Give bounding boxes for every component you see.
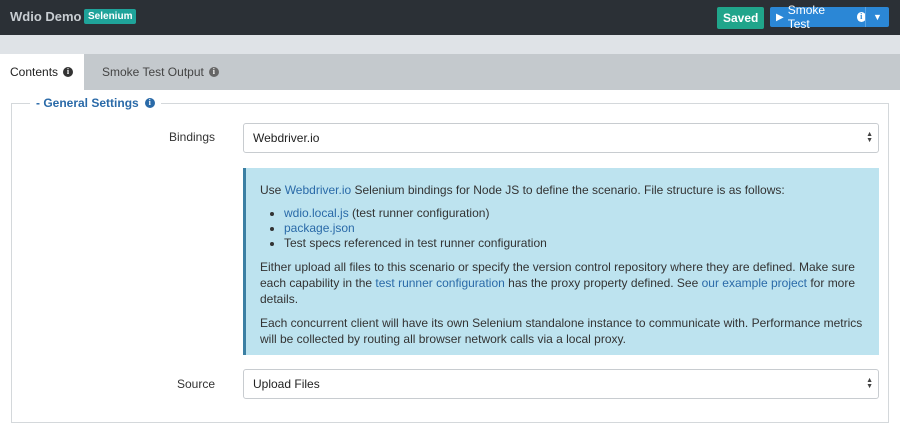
list-item: Test specs referenced in test runner con… xyxy=(284,236,879,251)
file-structure-list: wdio.local.js (test runner configuration… xyxy=(260,206,879,251)
select-arrows-icon: ▲ ▼ xyxy=(866,377,873,390)
example-project-link[interactable]: our example project xyxy=(702,276,807,290)
tab-contents[interactable]: Contents i xyxy=(0,54,84,90)
info-icon: i xyxy=(208,67,219,77)
bindings-info-box: Use Webdriver.io Selenium bindings for N… xyxy=(243,168,879,355)
tab-label: Contents xyxy=(10,65,59,79)
general-settings-legend[interactable]: - General Settings i xyxy=(30,96,161,110)
webdriverio-link[interactable]: Webdriver.io xyxy=(285,183,351,197)
app-title: Wdio Demo xyxy=(10,9,82,24)
bindings-label: Bindings xyxy=(168,130,215,144)
caret-down-icon: ▼ xyxy=(873,12,882,22)
package-json-link[interactable]: package.json xyxy=(284,221,355,235)
tab-bar: Contents i Smoke Test Output i xyxy=(0,54,900,90)
info-icon: i xyxy=(63,67,74,77)
legend-label: - General Settings xyxy=(36,96,139,110)
saved-status-badge: Saved xyxy=(717,7,765,29)
info-paragraph-2: Either upload all files to this scenario… xyxy=(260,259,879,307)
info-text: Use xyxy=(260,183,285,197)
source-select[interactable]: Upload Files ▲ ▼ xyxy=(243,369,879,399)
info-paragraph-3: Each concurrent client will have its own… xyxy=(260,316,863,346)
bindings-select[interactable]: Webdriver.io ▲ ▼ xyxy=(243,123,879,153)
info-text: (test runner configuration) xyxy=(348,206,490,220)
select-arrows-icon: ▲ ▼ xyxy=(866,131,873,144)
smoke-test-button-group: ▶ Smoke Test i ▼ xyxy=(770,3,889,31)
list-item: package.json xyxy=(284,221,879,236)
list-item: wdio.local.js (test runner configuration… xyxy=(284,206,879,221)
toolbar-strip xyxy=(0,35,900,54)
test-runner-configuration-link[interactable]: test runner configuration xyxy=(375,276,504,290)
source-value: Upload Files xyxy=(253,377,320,391)
bindings-value: Webdriver.io xyxy=(253,131,320,145)
tab-label: Smoke Test Output xyxy=(102,65,204,79)
top-bar: Wdio Demo Selenium Saved ▶ Smoke Test i … xyxy=(0,0,900,35)
smoke-test-button[interactable]: ▶ Smoke Test i xyxy=(770,3,866,31)
play-icon: ▶ xyxy=(776,11,784,23)
source-label: Source xyxy=(176,377,215,391)
smoke-test-label: Smoke Test xyxy=(787,3,826,31)
info-text: has the proxy property defined. See xyxy=(504,276,702,290)
selenium-badge: Selenium xyxy=(84,9,137,24)
wdio-local-js-link[interactable]: wdio.local.js xyxy=(284,206,349,220)
info-paragraph-1: Use Webdriver.io Selenium bindings for N… xyxy=(260,182,879,198)
info-text: Test specs referenced in test runner con… xyxy=(284,236,547,250)
tab-smoke-test-output[interactable]: Smoke Test Output i xyxy=(84,54,224,90)
smoke-test-dropdown-toggle[interactable]: ▼ xyxy=(865,7,889,27)
info-icon: i xyxy=(144,98,155,108)
info-text: Selenium bindings for Node JS to define … xyxy=(351,183,785,197)
